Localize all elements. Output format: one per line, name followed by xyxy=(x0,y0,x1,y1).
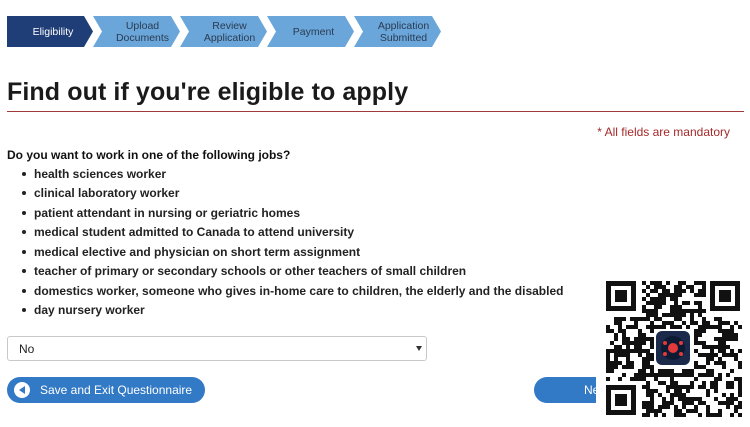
bullet-icon xyxy=(22,249,26,254)
step-label: Eligibility xyxy=(32,25,74,38)
list-item: health sciences worker xyxy=(22,164,563,184)
bullet-icon xyxy=(22,288,26,293)
list-item: day nursery worker xyxy=(22,301,563,321)
qr-code-icon xyxy=(606,281,742,417)
list-item: teacher of primary or secondary schools … xyxy=(22,262,563,282)
step-upload-documents[interactable]: Upload Documents xyxy=(93,16,180,47)
page-title: Find out if you're eligible to apply xyxy=(7,78,409,106)
select-value: No xyxy=(19,341,35,356)
bullet-icon xyxy=(22,308,26,313)
step-review-application[interactable]: Review Application xyxy=(180,16,267,47)
step-label: Review Application xyxy=(203,19,256,44)
question-label: Do you want to work in one of the follow… xyxy=(7,148,291,162)
list-item: medical student admitted to Canada to at… xyxy=(22,223,563,243)
step-application-submitted[interactable]: Application Submitted xyxy=(354,16,441,47)
save-exit-button[interactable]: Save and Exit Questionnaire xyxy=(7,377,205,403)
save-exit-label: Save and Exit Questionnaire xyxy=(40,383,193,397)
mandatory-note: * All fields are mandatory xyxy=(597,125,730,139)
step-eligibility[interactable]: Eligibility xyxy=(7,16,93,47)
qr-code-overlay xyxy=(596,271,750,425)
title-divider xyxy=(7,111,744,112)
bullet-icon xyxy=(22,210,26,215)
progress-steps: Eligibility Upload Documents Review Applic… xyxy=(7,16,447,47)
back-arrow-icon xyxy=(14,382,30,398)
list-item: medical elective and physician on short … xyxy=(22,242,563,262)
answer-select[interactable]: No xyxy=(7,336,427,361)
list-item: patient attendant in nursing or geriatri… xyxy=(22,203,563,223)
bullet-icon xyxy=(22,269,26,274)
list-item: domestics worker, someone who gives in-h… xyxy=(22,281,563,301)
step-payment[interactable]: Payment xyxy=(267,16,354,47)
caret-down-icon xyxy=(416,346,422,351)
bullet-icon xyxy=(22,171,26,176)
list-item: clinical laboratory worker xyxy=(22,184,563,204)
step-label: Upload Documents xyxy=(115,19,170,44)
step-label: Application Submitted xyxy=(377,19,430,44)
bullet-icon xyxy=(22,230,26,235)
bullet-icon xyxy=(22,191,26,196)
step-label: Payment xyxy=(292,25,335,38)
jobs-list: health sciences worker clinical laborato… xyxy=(22,164,563,320)
